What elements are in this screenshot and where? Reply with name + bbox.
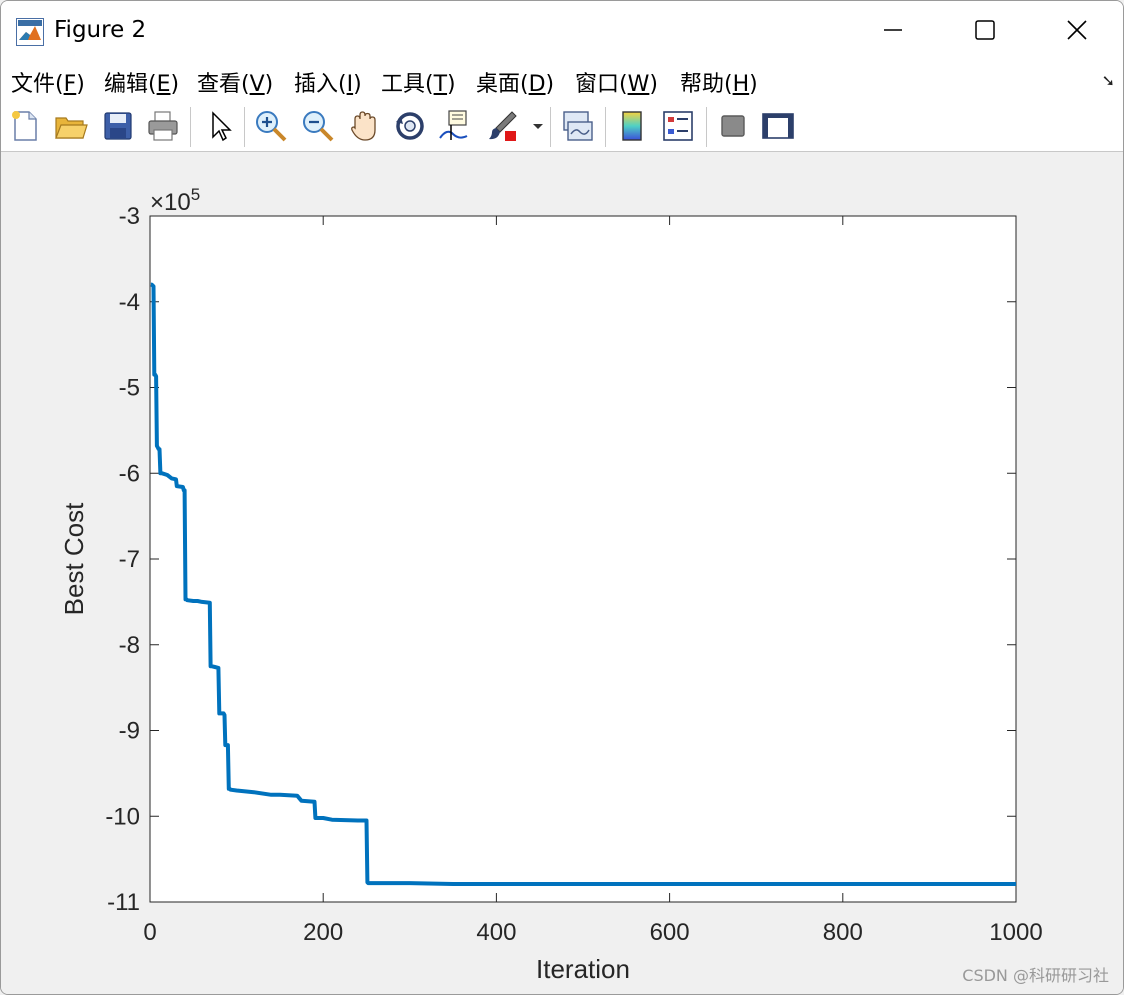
menu-bar: 文件(F) 编辑(E) 查看(V) 插入(I) 工具(T) 桌面(D) 窗口(W…	[1, 59, 1123, 101]
menu-edit[interactable]: 编辑(E)	[104, 66, 179, 98]
menu-file[interactable]: 文件(F)	[11, 66, 85, 98]
figure-toolbar	[1, 101, 1123, 152]
toolbar-separator	[244, 107, 245, 147]
link-plot-icon[interactable]	[560, 108, 596, 144]
minimize-button[interactable]	[847, 1, 939, 59]
y-tick-label: -6	[119, 460, 140, 487]
watermark: CSDN @科研研习社	[962, 966, 1109, 985]
dock-figure-icon[interactable]: ➘	[1102, 71, 1115, 91]
colorbar-icon[interactable]	[614, 108, 650, 144]
data-cursor-icon[interactable]	[437, 108, 473, 144]
menu-insert[interactable]: 插入(I)	[294, 66, 362, 98]
close-button[interactable]	[1031, 1, 1123, 59]
y-tick-label: -5	[119, 375, 140, 402]
maximize-icon	[975, 20, 995, 40]
y-axis-label: Best Cost	[59, 502, 89, 615]
line-chart[interactable]: 0 200 400 600 800 1000 -11 -10 -9 -8 -7 -6 -5 -4 -3 ×…	[1, 152, 1123, 994]
zoom-in-icon[interactable]	[253, 108, 289, 144]
maximize-button[interactable]	[939, 1, 1031, 59]
x-tick-label: 600	[650, 919, 690, 946]
print-icon[interactable]	[145, 108, 181, 144]
x-tick-label: 400	[476, 919, 516, 946]
y-exponent-label: ×105	[150, 185, 200, 216]
y-tick-label: -7	[119, 546, 140, 573]
figure-canvas[interactable]: 0 200 400 600 800 1000 -11 -10 -9 -8 -7 -6 -5 -4 -3 ×…	[1, 152, 1123, 994]
y-tick-label: -9	[119, 718, 140, 745]
x-tick-label: 200	[303, 919, 343, 946]
x-tick-labels: 0 200 400 600 800 1000	[143, 919, 1042, 946]
minimize-icon	[884, 29, 902, 31]
save-icon[interactable]	[100, 108, 136, 144]
hide-plot-tools-icon[interactable]	[715, 108, 751, 144]
y-tick-label: -10	[105, 803, 140, 830]
menu-tools[interactable]: 工具(T)	[381, 66, 456, 98]
rotate-3d-icon[interactable]	[392, 108, 428, 144]
title-bar[interactable]: Figure 2	[1, 1, 1123, 59]
y-tick-label: -8	[119, 632, 140, 659]
plot-area	[149, 215, 1017, 903]
y-tick-label: -11	[107, 889, 140, 916]
show-plot-tools-icon[interactable]	[760, 108, 796, 144]
y-tick-labels: -11 -10 -9 -8 -7 -6 -5 -4 -3	[105, 203, 140, 916]
figure-window: Figure 2 文件(F) 编辑(E) 查看(V) 插入(I) 工具(T) 桌…	[0, 0, 1124, 995]
legend-icon[interactable]	[660, 108, 696, 144]
menu-desktop[interactable]: 桌面(D)	[476, 66, 554, 98]
x-tick-label: 0	[143, 919, 156, 946]
toolbar-separator	[190, 107, 191, 147]
brush-dropdown-icon[interactable]	[528, 108, 548, 144]
brush-icon[interactable]	[484, 108, 520, 144]
close-icon	[1067, 20, 1087, 40]
menu-view[interactable]: 查看(V)	[197, 66, 273, 98]
toolbar-separator	[605, 107, 606, 147]
matlab-logo-icon	[16, 18, 44, 46]
toolbar-separator	[550, 107, 551, 147]
x-axis-label: Iteration	[536, 954, 630, 984]
window-title: Figure 2	[54, 17, 147, 43]
zoom-out-icon[interactable]	[300, 108, 336, 144]
menu-window[interactable]: 窗口(W)	[575, 66, 658, 98]
x-tick-label: 1000	[989, 919, 1042, 946]
y-tick-label: -3	[119, 203, 140, 230]
toolbar-separator	[706, 107, 707, 147]
y-tick-label: -4	[119, 289, 140, 316]
new-figure-icon[interactable]	[7, 108, 43, 144]
menu-help[interactable]: 帮助(H)	[680, 66, 758, 98]
select-arrow-icon[interactable]	[202, 108, 238, 144]
x-tick-label: 800	[823, 919, 863, 946]
pan-hand-icon[interactable]	[346, 108, 382, 144]
open-file-icon[interactable]	[53, 108, 89, 144]
